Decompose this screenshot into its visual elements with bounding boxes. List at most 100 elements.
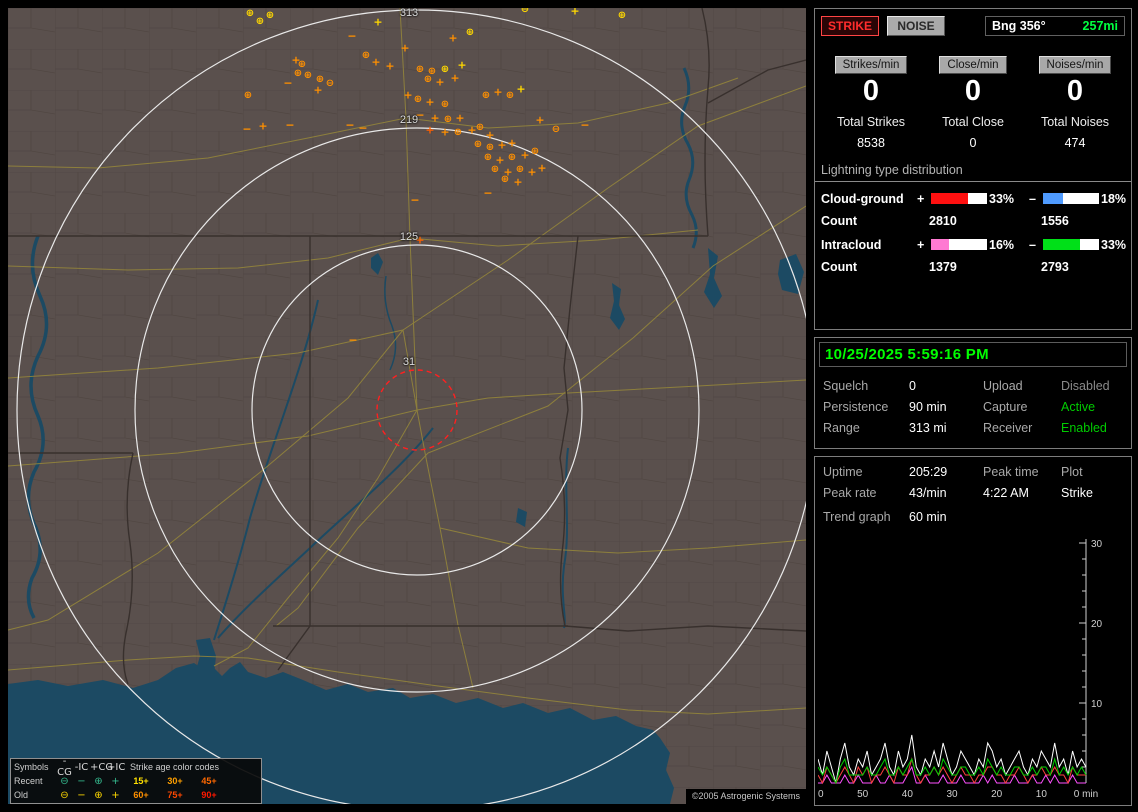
cg-negative-count: 1556 — [1041, 213, 1069, 228]
svg-text:20: 20 — [1091, 619, 1103, 630]
noises-per-min-button[interactable]: Noises/min — [1038, 56, 1112, 74]
bearing-display: Bng 356° 257mi — [985, 16, 1125, 36]
count-label: Count — [821, 259, 858, 274]
total-strikes-label: Total Strikes — [836, 114, 906, 129]
map-area[interactable]: ⊕ ⊕ ⊕ ⊖ + ⊕ + ⊕ ⊕ ⊕ ⊕ + ⊖ − ⊕ + − − + ⊕ + + + + ⊕ ⊕ ⊕ ⊕ ⊕ + + + + ⊕ + ⊕ ⊕ + ⊕ +… — [8, 8, 806, 804]
intracloud-counts: Count 1379 2793 — [815, 260, 1131, 274]
noise-button[interactable]: NOISE — [887, 16, 945, 36]
panel-trend: Uptime 205:29 Peak time Plot Peak rate 4… — [814, 456, 1132, 806]
strikes-per-min-value: 0 — [862, 75, 880, 107]
strikes-counter: Strikes/min 0 Total Strikes 8538 — [821, 56, 921, 150]
legend-age-header: Strike age color codes — [130, 762, 220, 772]
settings-grid: Squelch 0 Upload Disabled Persistence 90… — [815, 371, 1131, 435]
svg-text:30: 30 — [946, 789, 958, 800]
map-legend: Symbols -CG -IC +CG +IC Strike age color code… — [10, 756, 262, 804]
cloud-ground-counts: Count 2810 1556 — [815, 214, 1131, 228]
legend-symbol-icon: ⊖ — [60, 789, 69, 801]
uptime-grid: Uptime 205:29 Peak time Plot Peak rate 4… — [815, 457, 1131, 500]
bearing-label: Bng 356° — [992, 19, 1046, 33]
ic-positive-pct: 16% — [989, 237, 1015, 252]
legend-symbol-header: -IC — [74, 761, 89, 773]
ic-negative-bar — [1043, 239, 1099, 251]
ic-negative-count: 2793 — [1041, 259, 1069, 274]
total-close-label: Total Close — [942, 114, 1004, 129]
strikes-per-min-button[interactable]: Strikes/min — [834, 56, 908, 74]
ic-positive-count: 1379 — [929, 259, 957, 274]
total-noises-label: Total Noises — [1040, 114, 1110, 129]
legend-symbol-header: +CG — [90, 761, 114, 773]
peak-time-value: 4:22 AM — [983, 486, 1029, 500]
peak-rate-label: Peak rate — [823, 486, 877, 500]
svg-text:10: 10 — [1036, 789, 1048, 800]
intracloud-row: Intracloud + 16% – 33% — [815, 238, 1131, 252]
legend-symbol-header: +IC — [107, 761, 126, 773]
datetime-display: 10/25/2025 5:59:16 PM — [819, 342, 1127, 367]
squelch-value: 0 — [909, 379, 916, 393]
intracloud-label: Intracloud — [821, 237, 882, 252]
legend-symbol-icon: ⊖ — [60, 775, 69, 787]
trend-graph-header: Trend graph 60 min — [815, 500, 1131, 524]
copyright-text: ©2005 Astrogenic Systems — [685, 789, 806, 804]
svg-text:0 min: 0 min — [1074, 789, 1098, 800]
distribution-title: Lightning type distribution — [815, 163, 1131, 182]
cloud-ground-row: Cloud-ground + 33% – 18% — [815, 192, 1131, 206]
ic-negative-pct: 33% — [1101, 237, 1127, 252]
legend-age-code: 90+ — [201, 790, 217, 800]
total-strikes-value: 8538 — [857, 135, 885, 150]
capture-status: Active — [1061, 400, 1096, 414]
noises-counter: Noises/min 0 Total Noises 474 — [1025, 56, 1125, 150]
strike-button[interactable]: STRIKE — [821, 16, 879, 36]
legend-symbol-icon: + — [111, 789, 120, 801]
trend-graph-label: Trend graph — [823, 510, 891, 524]
total-close-value: 0 — [969, 135, 977, 150]
panel-status: 10/25/2025 5:59:16 PM Squelch 0 Upload D… — [814, 337, 1132, 449]
legend-age-code: 45+ — [201, 776, 217, 786]
receiver-status: Enabled — [1061, 421, 1107, 435]
legend-symbol-icon: − — [77, 789, 86, 801]
minus-sign: – — [1029, 237, 1036, 252]
legend-age-code: 60+ — [133, 790, 149, 800]
legend-symbol-icon: ⊕ — [94, 789, 103, 801]
svg-text:60: 60 — [818, 789, 824, 800]
legend-row-label: Old — [14, 790, 29, 800]
squelch-label: Squelch — [823, 379, 869, 393]
svg-text:10: 10 — [1091, 699, 1103, 710]
legend-age-code: 30+ — [167, 776, 183, 786]
cg-positive-bar — [931, 193, 987, 205]
legend-symbol-icon: + — [111, 775, 120, 787]
plus-sign: + — [917, 191, 925, 206]
map-canvas — [8, 8, 806, 804]
svg-text:50: 50 — [857, 789, 869, 800]
capture-label: Capture — [983, 400, 1028, 414]
trend-graph: 10 20 30 60 50 40 30 20 10 0 min — [818, 539, 1103, 800]
close-per-min-button[interactable]: Close/min — [939, 56, 1007, 74]
svg-text:40: 40 — [902, 789, 914, 800]
cg-negative-bar — [1043, 193, 1099, 205]
lightning-distribution: Lightning type distribution Cloud-ground… — [815, 163, 1131, 274]
cloud-ground-label: Cloud-ground — [821, 191, 904, 206]
plot-value: Strike — [1061, 486, 1093, 500]
persistence-value: 90 min — [909, 400, 947, 414]
trend-graph-duration: 60 min — [909, 510, 947, 524]
panel-statistics: STRIKE NOISE Bng 356° 257mi Strikes/min … — [814, 8, 1132, 330]
total-noises-value: 474 — [1064, 135, 1086, 150]
legend-age-code: 15+ — [133, 776, 149, 786]
svg-text:30: 30 — [1091, 539, 1103, 550]
legend-symbols-header: Symbols — [14, 762, 49, 772]
upload-status: Disabled — [1061, 379, 1110, 393]
peak-time-label: Peak time — [983, 465, 1039, 479]
persistence-label: Persistence — [823, 400, 889, 414]
noises-per-min-value: 0 — [1066, 75, 1084, 107]
range-label: Range — [823, 421, 860, 435]
uptime-value: 205:29 — [909, 465, 948, 479]
plus-sign: + — [917, 237, 925, 252]
plot-label: Plot — [1061, 465, 1083, 479]
legend-row-label: Recent — [14, 776, 43, 786]
peak-rate-value: 43/min — [909, 486, 947, 500]
legend-age-code: 75+ — [167, 790, 183, 800]
minus-sign: – — [1029, 191, 1036, 206]
uptime-label: Uptime — [823, 465, 863, 479]
count-label: Count — [821, 213, 858, 228]
cg-positive-count: 2810 — [929, 213, 957, 228]
svg-text:20: 20 — [991, 789, 1003, 800]
